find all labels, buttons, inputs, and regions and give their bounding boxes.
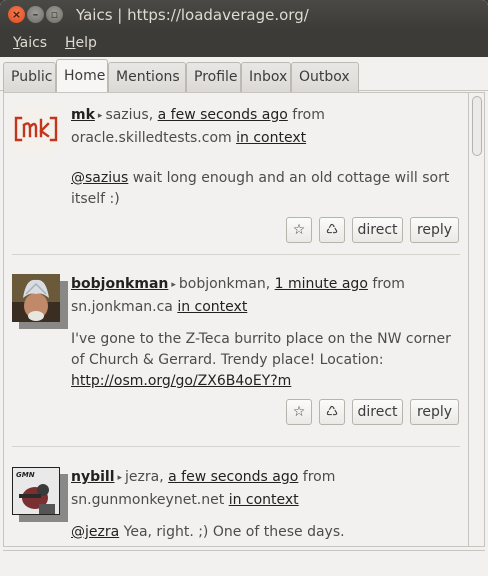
arrow-right-icon: ▸: [171, 280, 176, 290]
in-context-link[interactable]: in context: [177, 299, 247, 315]
tab-inbox[interactable]: Inbox: [241, 62, 291, 92]
scrollbar-thumb[interactable]: [472, 96, 482, 156]
post-username: sazius: [105, 107, 149, 123]
status-bar: [3, 550, 485, 572]
timeline-post: GMN nybill ▸ jezra, a few seconds ago from…: [12, 467, 461, 546]
reply-button[interactable]: reply: [410, 217, 459, 243]
post-text: wait long enough and an old cottage will…: [71, 170, 450, 207]
arrow-right-icon: ▸: [117, 473, 123, 483]
reply-button[interactable]: reply: [410, 399, 459, 425]
in-context-link[interactable]: in context: [236, 130, 306, 146]
maximize-window-button[interactable]: ▫: [46, 6, 63, 23]
arrow-right-icon: ▸: [97, 111, 103, 121]
nybill-photo: GMN: [12, 467, 60, 515]
post-meta: mk ▸ sazius, a few seconds ago from oracle…: [71, 107, 325, 146]
post-author[interactable]: mk: [71, 107, 95, 123]
mention-link[interactable]: @sazius: [71, 170, 128, 186]
avatar[interactable]: GMN: [12, 467, 68, 522]
favorite-button[interactable]: ☆: [286, 399, 312, 425]
timeline-post: bobjonkman ▸ bobjonkman, 1 minute ago from…: [12, 274, 461, 425]
timeline[interactable]: mk ▸ sazius, a few seconds ago from oracle…: [3, 92, 469, 547]
app-window: × – ▫ Yaics | https://loadaverage.org/ Y…: [0, 0, 488, 576]
star-icon: ☆: [292, 404, 306, 420]
favorite-button[interactable]: ☆: [286, 217, 312, 243]
post-time-link[interactable]: 1 minute ago: [275, 276, 368, 292]
post-divider: [12, 254, 460, 255]
tab-profile[interactable]: Profile: [186, 62, 241, 92]
menu-yaics-label: aics: [19, 35, 48, 51]
title-bar[interactable]: × – ▫ Yaics | https://loadaverage.org/: [0, 0, 488, 30]
menu-bar: Yaics Help: [0, 30, 488, 57]
post-time-link[interactable]: a few seconds ago: [168, 469, 298, 485]
avatar[interactable]: [12, 105, 60, 153]
repeat-button[interactable]: ♺: [319, 217, 345, 243]
minimize-window-button[interactable]: –: [27, 6, 44, 23]
tab-bar: Public Home Mentions Profile Inbox Outbo…: [0, 57, 488, 92]
post-source: oracle.skilledtests.com: [71, 130, 232, 146]
post-source: sn.gunmonkeynet.net: [71, 492, 225, 508]
avatar-tag: GMN: [16, 471, 35, 479]
post-actions: ☆ ♺ direct reply: [286, 399, 459, 425]
post-author[interactable]: bobjonkman: [71, 276, 168, 292]
post-username: jezra: [125, 469, 160, 485]
tab-mentions[interactable]: Mentions: [108, 62, 186, 92]
vertical-scrollbar[interactable]: [469, 92, 485, 547]
tab-public[interactable]: Public: [3, 62, 56, 92]
timeline-post: mk ▸ sazius, a few seconds ago from oracle…: [12, 105, 460, 255]
mk-logo-image: [12, 105, 60, 153]
tab-outbox[interactable]: Outbox: [291, 62, 359, 92]
menu-help[interactable]: Help: [65, 35, 97, 51]
close-window-button[interactable]: ×: [8, 6, 25, 23]
repeat-button[interactable]: ♺: [319, 399, 345, 425]
window-title: Yaics | https://loadaverage.org/: [76, 6, 309, 24]
post-from-label: from: [372, 276, 405, 292]
menu-help-label: elp: [75, 35, 97, 51]
direct-button[interactable]: direct: [352, 399, 403, 425]
tab-home[interactable]: Home: [56, 59, 108, 92]
avatar[interactable]: [12, 274, 68, 329]
direct-button[interactable]: direct: [352, 217, 403, 243]
star-icon: ☆: [292, 222, 306, 238]
post-meta: nybill ▸ jezra, a few seconds ago from sn.…: [71, 469, 336, 508]
post-actions: ☆ ♺ direct reply: [286, 217, 459, 243]
repeat-icon: ♺: [325, 404, 339, 420]
post-body: @jezra Yea, right. ;) One of these days.: [71, 522, 461, 543]
post-from-label: from: [292, 107, 325, 123]
post-meta: bobjonkman ▸ bobjonkman, 1 minute ago from…: [71, 276, 405, 315]
in-context-link[interactable]: in context: [229, 492, 299, 508]
post-author[interactable]: nybill: [71, 469, 115, 485]
bobjonkman-photo: [12, 274, 60, 322]
post-text: Yea, right. ;) One of these days.: [119, 524, 345, 540]
post-time-link[interactable]: a few seconds ago: [158, 107, 288, 123]
post-from-label: from: [302, 469, 336, 485]
post-source: sn.jonkman.ca: [71, 299, 173, 315]
location-link[interactable]: http://osm.org/go/ZX6B4oEY?m: [71, 373, 291, 389]
post-body: I've gone to the Z-Teca burrito place on…: [71, 329, 461, 392]
repeat-icon: ♺: [325, 222, 339, 238]
mention-link[interactable]: @jezra: [71, 524, 119, 540]
post-username: bobjonkman: [178, 276, 266, 292]
menu-yaics[interactable]: Yaics: [13, 35, 47, 51]
post-text: I've gone to the Z-Teca burrito place on…: [71, 331, 451, 368]
post-divider: [12, 446, 460, 447]
post-body: @sazius wait long enough and an old cott…: [71, 168, 461, 210]
